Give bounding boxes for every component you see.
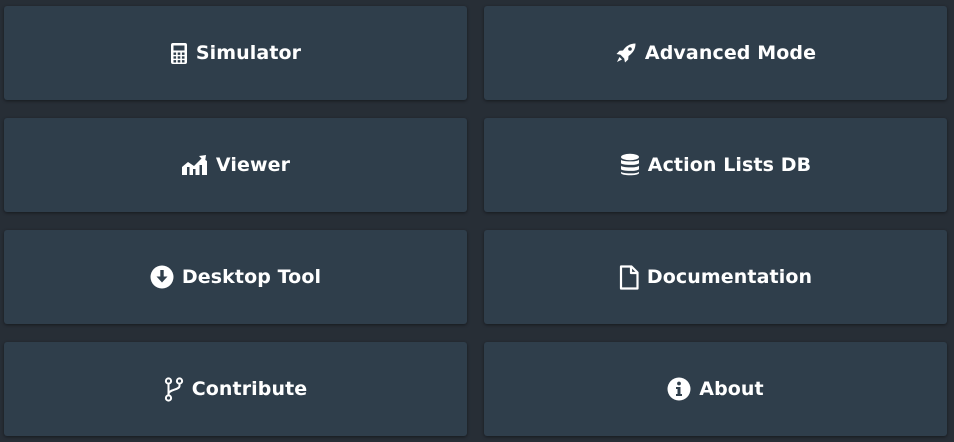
- info-circle-icon: [667, 377, 691, 401]
- viewer-label: Viewer: [215, 154, 291, 176]
- simulator-button[interactable]: Simulator: [4, 6, 467, 100]
- code-branch-icon: [164, 376, 184, 402]
- action-lists-db-button[interactable]: Action Lists DB: [484, 118, 947, 212]
- menu-grid: Simulator Advanced Mode Viewer Action Li…: [0, 0, 954, 442]
- advanced-mode-label: Advanced Mode: [644, 42, 817, 64]
- viewer-button[interactable]: Viewer: [4, 118, 467, 212]
- contribute-button[interactable]: Contribute: [4, 342, 467, 436]
- advanced-mode-button[interactable]: Advanced Mode: [484, 6, 947, 100]
- simulator-label: Simulator: [195, 42, 302, 64]
- download-circle-icon: [150, 265, 174, 289]
- about-label: About: [699, 378, 764, 400]
- documentation-button[interactable]: Documentation: [484, 230, 947, 324]
- documentation-label: Documentation: [646, 266, 813, 288]
- desktop-tool-label: Desktop Tool: [181, 266, 322, 288]
- file-icon: [619, 264, 639, 290]
- calculator-icon: [170, 41, 188, 65]
- desktop-tool-button[interactable]: Desktop Tool: [4, 230, 467, 324]
- action-lists-db-label: Action Lists DB: [647, 154, 812, 176]
- about-button[interactable]: About: [484, 342, 947, 436]
- chart-area-icon: [181, 153, 208, 177]
- contribute-label: Contribute: [191, 378, 308, 400]
- database-icon: [620, 153, 640, 177]
- rocket-icon: [615, 41, 637, 65]
